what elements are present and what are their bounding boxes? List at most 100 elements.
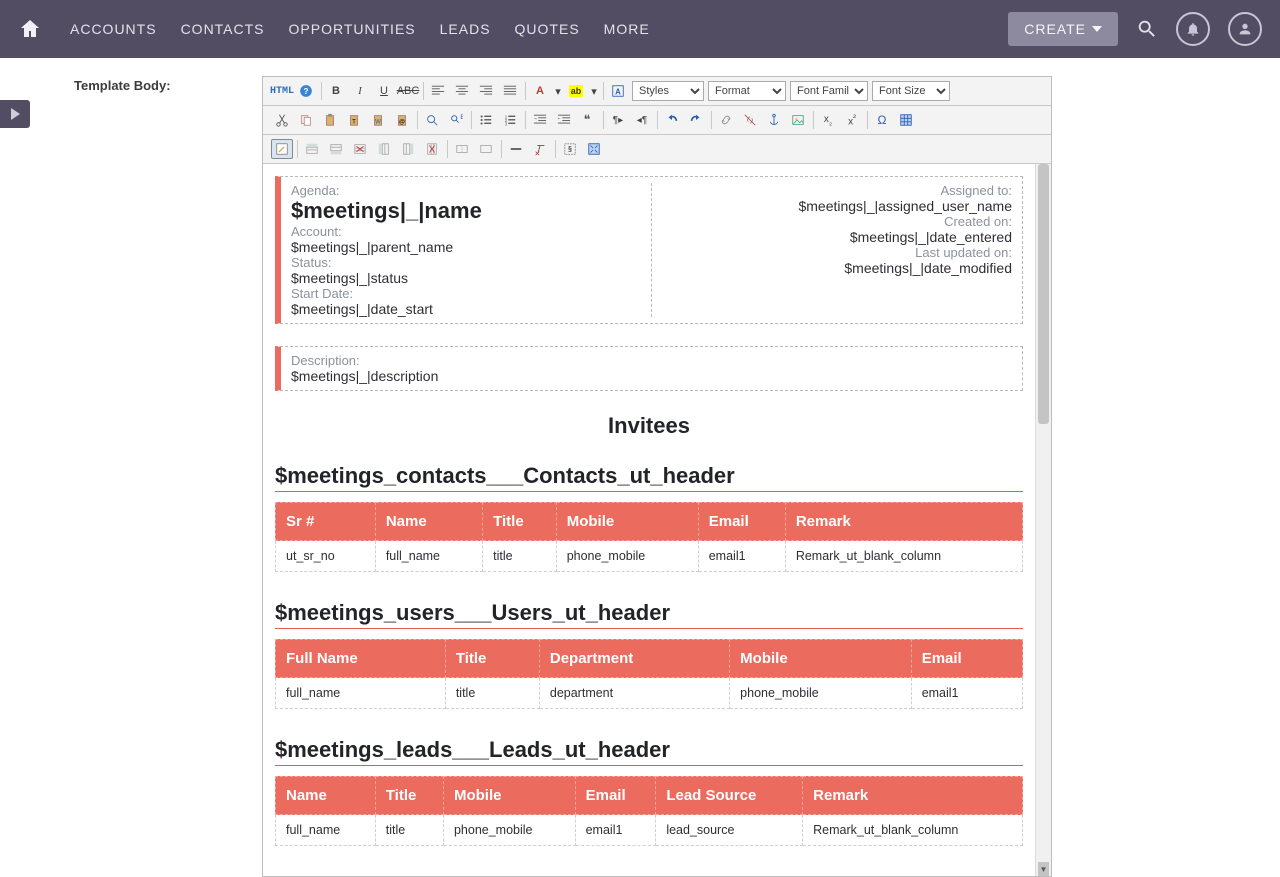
edit-mode-button[interactable]: [271, 139, 293, 159]
select-all-button[interactable]: A: [607, 81, 629, 101]
copy-button[interactable]: [295, 110, 317, 130]
scroll-down-arrow[interactable]: ▼: [1038, 862, 1049, 876]
th: Mobile: [730, 639, 912, 678]
special-char-button[interactable]: Ω: [871, 110, 893, 130]
strikethrough-button[interactable]: ABC: [397, 81, 419, 101]
editor-scrollbar[interactable]: ▼: [1035, 164, 1051, 876]
th: Email: [576, 776, 657, 815]
paste-word-button[interactable]: W: [367, 110, 389, 130]
tbl-col-after-button[interactable]: [397, 139, 419, 159]
italic-button[interactable]: I: [349, 81, 371, 101]
tbl-delete-col-button[interactable]: [421, 139, 443, 159]
tbl-delete-row-button[interactable]: [349, 139, 371, 159]
th: Title: [376, 776, 444, 815]
hr-button[interactable]: [505, 139, 527, 159]
td: Remark_ut_blank_column: [786, 541, 1023, 572]
highlight-dropdown[interactable]: ▾: [589, 81, 599, 101]
topbar-right: CREATE: [1008, 12, 1262, 46]
td: department: [540, 678, 730, 709]
paste-special-button[interactable]: @: [391, 110, 413, 130]
fullscreen-button[interactable]: [583, 139, 605, 159]
html-source-button[interactable]: HTML: [271, 81, 293, 101]
tbl-row-before-button[interactable]: [301, 139, 323, 159]
fontsize-select[interactable]: Font Size: [872, 81, 950, 101]
tbl-col-before-button[interactable]: [373, 139, 395, 159]
created-value: $meetings|_|date_entered: [662, 229, 1012, 245]
nav-item-contacts[interactable]: CONTACTS: [181, 21, 265, 37]
tbl-split-cells-button[interactable]: [451, 139, 473, 159]
svg-text:T: T: [352, 119, 356, 126]
text-color-button[interactable]: A: [529, 81, 551, 101]
startdate-value: $meetings|_|date_start: [291, 301, 641, 317]
tbl-merge-cells-button[interactable]: [475, 139, 497, 159]
notifications-icon[interactable]: [1176, 12, 1210, 46]
create-button[interactable]: CREATE: [1008, 12, 1118, 46]
account-label: Account:: [291, 224, 641, 239]
fontfamily-select[interactable]: Font Family: [790, 81, 868, 101]
link-button[interactable]: [715, 110, 737, 130]
td: full_name: [275, 678, 446, 709]
th: Remark: [803, 776, 1023, 815]
find-button[interactable]: [421, 110, 443, 130]
align-right-button[interactable]: [475, 81, 497, 101]
undo-button[interactable]: [661, 110, 683, 130]
editor-toolbar-row2: T W @ B 123 ❝ ¶▸ ◂¶: [263, 106, 1051, 135]
subscript-button[interactable]: x₂: [817, 110, 839, 130]
paste-text-button[interactable]: T: [343, 110, 365, 130]
redo-button[interactable]: [685, 110, 707, 130]
underline-button[interactable]: U: [373, 81, 395, 101]
td: email1: [576, 815, 657, 846]
text-color-dropdown[interactable]: ▾: [553, 81, 563, 101]
remove-format-button[interactable]: [529, 139, 551, 159]
indent-button[interactable]: [553, 110, 575, 130]
contacts-table: Sr # Name Title Mobile Email Remark ut_s…: [275, 502, 1023, 572]
td: ut_sr_no: [275, 541, 376, 572]
home-icon[interactable]: [18, 17, 42, 41]
users-table: Full Name Title Department Mobile Email …: [275, 639, 1023, 709]
paste-button[interactable]: [319, 110, 341, 130]
unordered-list-button[interactable]: [475, 110, 497, 130]
expand-side-tab[interactable]: [0, 100, 30, 128]
cut-button[interactable]: [271, 110, 293, 130]
show-blocks-button[interactable]: §: [559, 139, 581, 159]
nav-item-more[interactable]: MORE: [604, 21, 650, 37]
table-button[interactable]: [895, 110, 917, 130]
editor-toolbar-row3: §: [263, 135, 1051, 164]
nav-item-leads[interactable]: LEADS: [440, 21, 491, 37]
help-icon[interactable]: ?: [295, 81, 317, 101]
anchor-button[interactable]: [763, 110, 785, 130]
th: Sr #: [275, 502, 376, 541]
svg-text:❝: ❝: [584, 113, 591, 127]
format-select[interactable]: Format: [708, 81, 786, 101]
unlink-button[interactable]: [739, 110, 761, 130]
align-center-button[interactable]: [451, 81, 473, 101]
nav-item-accounts[interactable]: ACCOUNTS: [70, 21, 157, 37]
blockquote-button[interactable]: ❝: [577, 110, 599, 130]
meeting-summary-box: Agenda: $meetings|_|name Account: $meeti…: [275, 176, 1023, 324]
search-icon[interactable]: [1136, 18, 1158, 40]
align-justify-button[interactable]: [499, 81, 521, 101]
th: Remark: [786, 502, 1023, 541]
td: full_name: [275, 815, 376, 846]
ordered-list-button[interactable]: 123: [499, 110, 521, 130]
ltr-button[interactable]: ¶▸: [607, 110, 629, 130]
bold-button[interactable]: B: [325, 81, 347, 101]
replace-button[interactable]: B: [445, 110, 467, 130]
svg-text:@: @: [399, 119, 405, 126]
outdent-button[interactable]: [529, 110, 551, 130]
align-left-button[interactable]: [427, 81, 449, 101]
nav-item-opportunities[interactable]: OPPORTUNITIES: [289, 21, 416, 37]
superscript-button[interactable]: x²: [841, 110, 863, 130]
editor-toolbar-row1: HTML ? B I U ABC A ▾ ab ▾ A: [263, 77, 1051, 106]
editor-body[interactable]: Agenda: $meetings|_|name Account: $meeti…: [263, 164, 1035, 876]
users-header: $meetings_users___Users_ut_header: [275, 600, 1023, 629]
styles-select[interactable]: Styles: [632, 81, 704, 101]
nav-item-quotes[interactable]: QUOTES: [515, 21, 580, 37]
profile-icon[interactable]: [1228, 12, 1262, 46]
scroll-thumb[interactable]: [1038, 164, 1049, 424]
nav-items: ACCOUNTS CONTACTS OPPORTUNITIES LEADS QU…: [70, 21, 650, 37]
rtl-button[interactable]: ◂¶: [631, 110, 653, 130]
highlight-button[interactable]: ab: [565, 81, 587, 101]
tbl-row-after-button[interactable]: [325, 139, 347, 159]
image-button[interactable]: [787, 110, 809, 130]
